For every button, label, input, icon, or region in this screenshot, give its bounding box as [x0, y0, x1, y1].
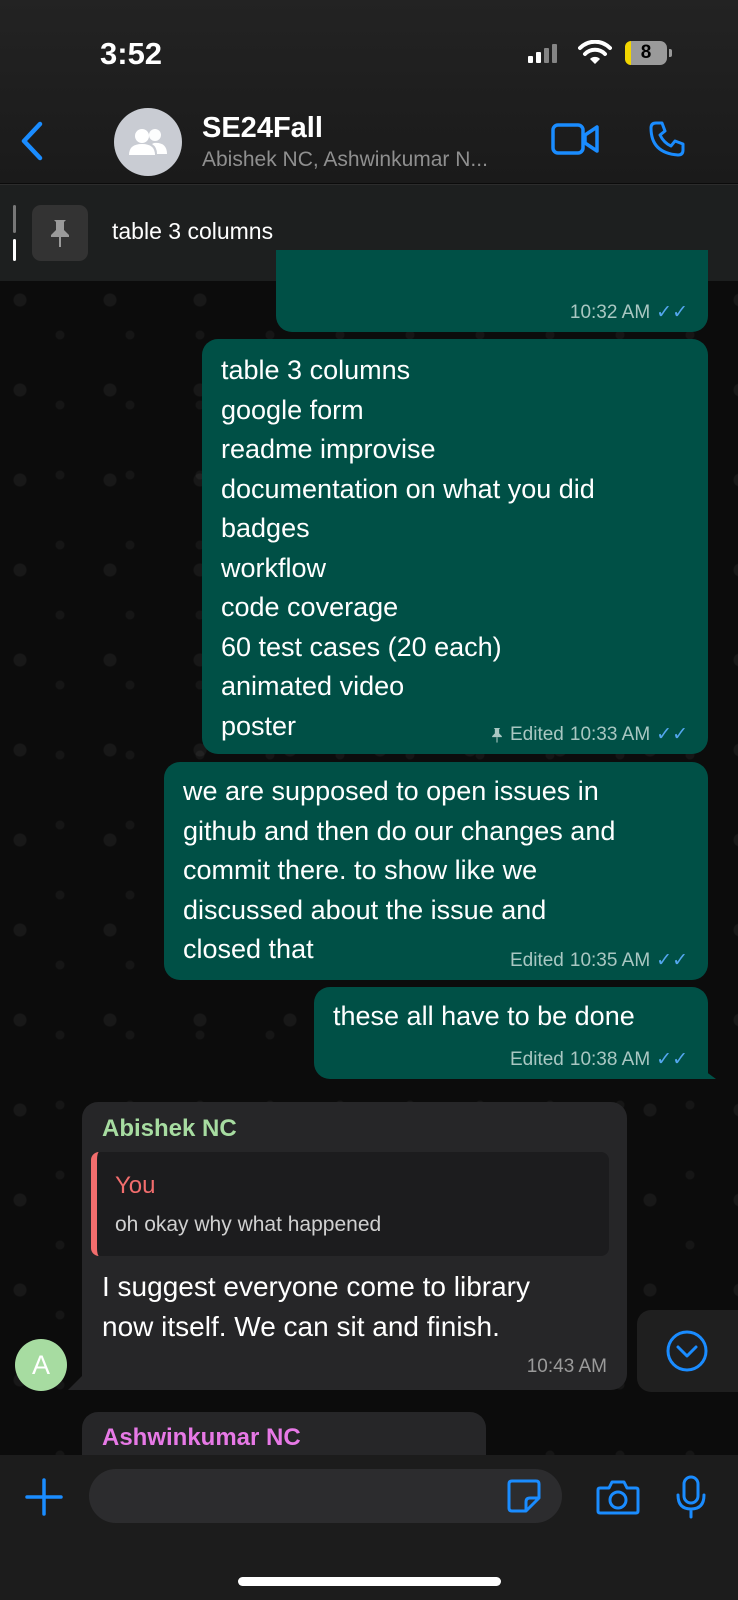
- group-people-icon: [129, 129, 167, 155]
- message-meta: 10:32 AM ✓✓: [570, 302, 688, 324]
- outgoing-message[interactable]: these all have to be done Edited 10:38 A…: [314, 987, 708, 1079]
- cellular-signal-icon: [528, 44, 557, 63]
- read-ticks-icon: ✓✓: [656, 724, 688, 745]
- chat-participants[interactable]: Abishek NC, Ashwinkumar N...: [202, 148, 488, 172]
- home-indicator: [238, 1577, 501, 1586]
- edited-label: Edited: [510, 950, 564, 971]
- chat-title[interactable]: SE24Fall: [202, 112, 323, 145]
- group-avatar[interactable]: [114, 108, 182, 176]
- message-time: 10:33 AM: [569, 724, 651, 745]
- message-line: 60 test cases (20 each): [221, 631, 502, 662]
- message-line: animated video: [221, 671, 405, 701]
- read-ticks-icon: ✓✓: [656, 1049, 688, 1070]
- camera-icon[interactable]: [596, 1479, 640, 1515]
- message-line: commit there. to show like we: [183, 855, 538, 885]
- outgoing-message[interactable]: table 3 columns google form readme impro…: [202, 339, 708, 754]
- chevron-down-circle-icon: [666, 1330, 708, 1372]
- phone-call-icon[interactable]: [648, 120, 686, 158]
- battery-icon: 8: [625, 41, 672, 65]
- message-line: now itself. We can sit and finish.: [102, 1311, 500, 1342]
- message-line: table 3 columns: [221, 355, 411, 385]
- message-line: documentation on what you did: [221, 473, 595, 504]
- message-line: we are supposed to open issues in: [183, 776, 599, 806]
- message-meta: Edited 10:33 AM ✓✓: [490, 724, 688, 746]
- message-text: these all have to be done: [333, 1001, 635, 1031]
- sender-name[interactable]: Ashwinkumar NC: [102, 1424, 301, 1452]
- chat-header: 3:52 8 SE24Fall Abishek NC, Ashwinkumar …: [0, 0, 738, 183]
- message-line: badges: [221, 513, 310, 543]
- message-line: workflow: [221, 552, 327, 583]
- bubble-tail: [68, 1374, 84, 1390]
- message-line: code coverage: [221, 592, 399, 622]
- pin-indicator: [13, 205, 16, 261]
- scroll-to-bottom-button[interactable]: [637, 1310, 738, 1392]
- outgoing-message[interactable]: 10:32 AM ✓✓: [276, 250, 708, 332]
- message-time: 10:32 AM: [569, 302, 651, 323]
- incoming-message[interactable]: Abishek NC You oh okay why what happened…: [82, 1102, 627, 1390]
- quote-text: oh okay why what happened: [115, 1213, 382, 1236]
- read-ticks-icon: ✓✓: [656, 950, 688, 971]
- message-line: github and then do our changes and: [183, 815, 616, 846]
- sender-avatar[interactable]: A: [15, 1339, 67, 1391]
- edited-label: Edited: [510, 724, 564, 745]
- status-time: 3:52: [100, 36, 163, 71]
- wifi-icon: [578, 40, 612, 64]
- sender-name[interactable]: Abishek NC: [102, 1115, 237, 1143]
- quote-author: You: [115, 1172, 156, 1199]
- outgoing-message[interactable]: we are supposed to open issues in github…: [164, 762, 708, 980]
- message-meta: Edited 10:38 AM ✓✓: [510, 1049, 688, 1071]
- microphone-icon[interactable]: [676, 1475, 706, 1519]
- pin-icon: [32, 205, 88, 261]
- message-time: 10:43 AM: [526, 1356, 607, 1377]
- message-line: discussed about the issue and: [183, 894, 547, 925]
- pinned-message-text: table 3 columns: [112, 218, 274, 244]
- edited-label: Edited: [510, 1049, 564, 1070]
- message-line: google form: [221, 394, 364, 425]
- message-line: I suggest everyone come to library: [102, 1271, 530, 1302]
- video-call-icon[interactable]: [551, 122, 599, 156]
- read-ticks-icon: ✓✓: [656, 302, 688, 323]
- pinned-small-icon: [492, 728, 502, 743]
- message-meta: Edited 10:35 AM ✓✓: [510, 950, 688, 972]
- plus-icon[interactable]: [24, 1477, 64, 1517]
- quoted-reply[interactable]: You oh okay why what happened: [91, 1152, 609, 1256]
- message-time: 10:38 AM: [569, 1049, 651, 1070]
- bubble-tail: [694, 1063, 716, 1079]
- message-text-field[interactable]: [89, 1469, 562, 1523]
- sticker-icon[interactable]: [506, 1478, 542, 1514]
- message-line: readme improvise: [221, 434, 436, 464]
- message-time: 10:35 AM: [569, 950, 651, 971]
- back-chevron-icon[interactable]: [18, 120, 48, 162]
